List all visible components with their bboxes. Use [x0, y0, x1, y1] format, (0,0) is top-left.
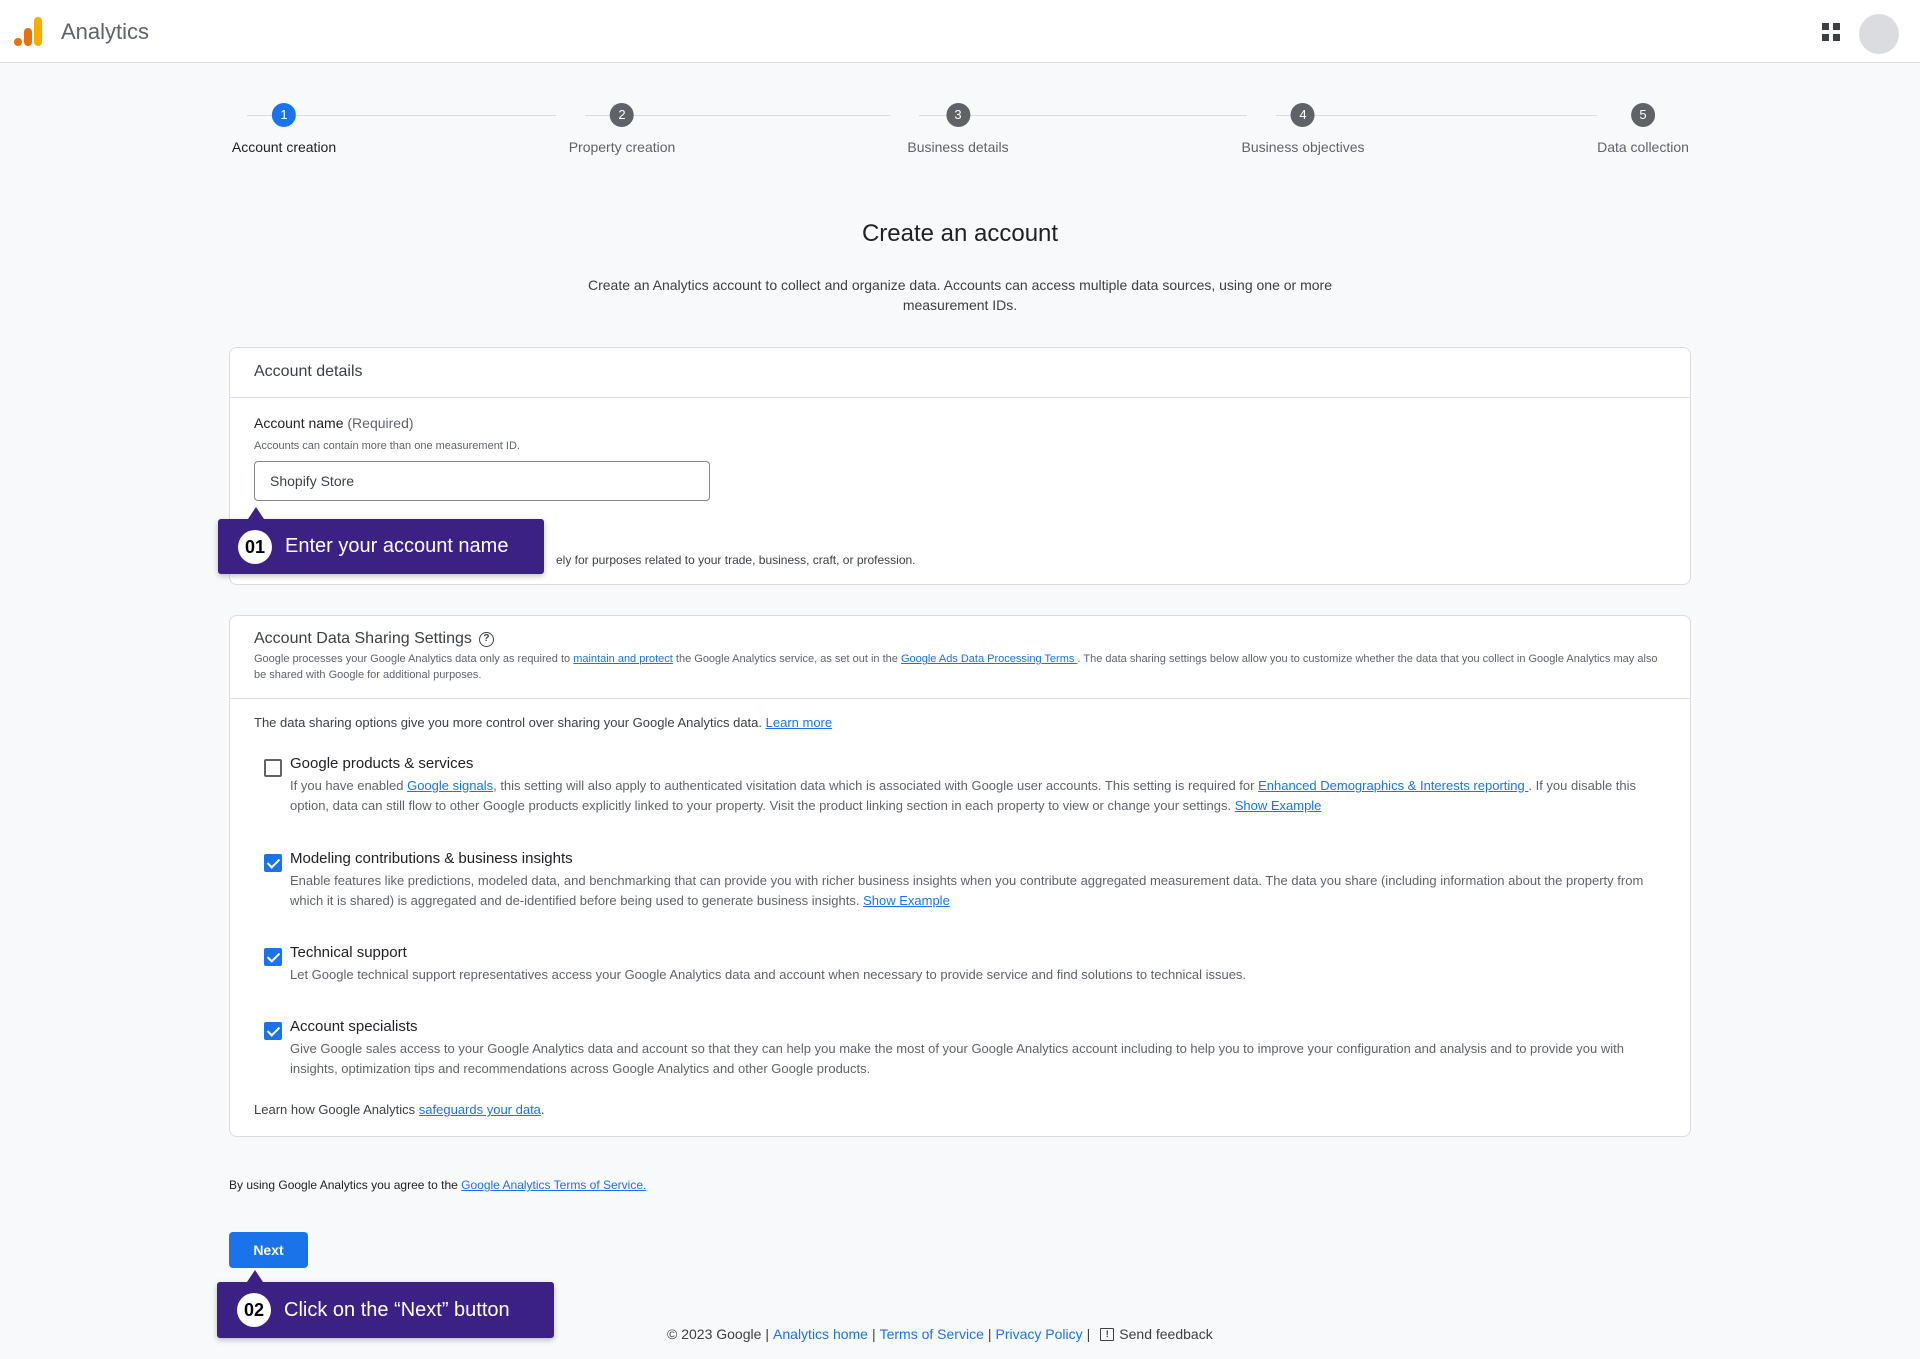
feedback-icon[interactable]: ! [1100, 1327, 1115, 1341]
step-label: Account creation [231, 139, 337, 155]
card-header: Account Data Sharing Settings ? Google p… [230, 616, 1690, 699]
step-number: 1 [271, 103, 296, 127]
data-sharing-intro: The data sharing options give you more c… [254, 715, 832, 730]
page-description: Create an Analytics account to collect a… [588, 277, 1332, 313]
step-property-creation: 2 Property creation [568, 103, 676, 155]
app-title[interactable]: Analytics [61, 19, 149, 45]
desc-text: the Google Analytics service, as set out… [672, 653, 901, 665]
modeling-contributions-checkbox[interactable] [264, 854, 282, 872]
desc-text: Enable features like predictions, modele… [290, 873, 1644, 908]
progress-stepper: 1 Account creation 2 Property creation 3… [229, 103, 1691, 163]
page-title: Create an account [861, 220, 1059, 247]
account-avatar[interactable] [1859, 14, 1899, 54]
desc-text: , this setting will also apply to authen… [493, 778, 1259, 793]
desc-text: Google processes your Google Analytics d… [254, 653, 574, 665]
google-signals-link[interactable]: Google signals [407, 778, 493, 793]
option-title: Modeling contributions & business insigh… [290, 850, 573, 867]
step-label: Business objectives [1241, 139, 1365, 155]
callout-number: 02 [237, 1293, 271, 1327]
option-description: Give Google sales access to your Google … [290, 1041, 1624, 1076]
data-sharing-description: Google processes your Google Analytics d… [254, 651, 1666, 683]
step-label: Property creation [568, 139, 676, 155]
send-feedback-link[interactable]: Send feedback [1119, 1326, 1212, 1342]
terms-of-service-link[interactable]: Google Analytics Terms of Service. [461, 1178, 646, 1192]
next-button[interactable]: Next [229, 1232, 308, 1268]
maintain-and-protect-link[interactable]: maintain and protect [573, 653, 673, 665]
step-account-creation: 1 Account creation [232, 103, 336, 155]
safeguards-link[interactable]: safeguards your data [419, 1102, 541, 1117]
intro-text: The data sharing options give you more c… [254, 715, 766, 730]
terms-of-service-footer-link[interactable]: Terms of Service [880, 1326, 984, 1342]
title-text: Account Data Sharing Settings [254, 630, 472, 647]
page-footer: © 2023 Google | Analytics home | Terms o… [667, 1326, 1213, 1342]
option-title: Account specialists [290, 1018, 418, 1035]
option-title: Technical support [290, 944, 407, 961]
step-business-details: 3 Business details [907, 103, 1009, 155]
option-description: Enable features like predictions, modele… [290, 871, 1660, 911]
option-title: Google products & services [290, 755, 474, 772]
privacy-policy-link[interactable]: Privacy Policy [996, 1326, 1083, 1342]
copyright: © 2023 Google [667, 1326, 762, 1342]
field-label-text: Account name [254, 415, 344, 431]
apps-grid-icon[interactable] [1822, 23, 1840, 41]
note-text: ely for purposes related to your trade, … [556, 553, 916, 567]
safeguards-text: Learn how Google Analytics [254, 1102, 419, 1117]
step-data-collection: 5 Data collection [1597, 103, 1689, 155]
option-description: Let Google technical support representat… [290, 967, 1247, 982]
help-circle-icon[interactable]: ? [478, 631, 494, 647]
callout-text: Enter your account name [285, 535, 509, 557]
learn-more-link[interactable]: Learn more [766, 715, 832, 730]
show-example-link[interactable]: Show Example [863, 893, 950, 908]
enhanced-demographics-link[interactable]: Enhanced Demographics & Interests report… [1258, 778, 1528, 793]
separator: | [1086, 1326, 1091, 1342]
safeguards-end: . [540, 1102, 545, 1117]
required-marker: (Required) [347, 415, 414, 431]
tutorial-callout-2: 02 Click on the “Next” button [217, 1270, 554, 1338]
account-name-hint: Accounts can contain more than one measu… [254, 440, 520, 452]
step-number: 3 [945, 103, 970, 127]
separator: | [987, 1326, 992, 1342]
account-name-input[interactable] [254, 461, 710, 501]
step-number: 4 [1290, 103, 1315, 127]
top-app-bar: Analytics [0, 0, 1920, 63]
account-name-label: Account name (Required) [254, 415, 414, 431]
step-number: 5 [1630, 103, 1655, 127]
analytics-logo-icon[interactable] [14, 16, 42, 46]
callout-text: Click on the “Next” button [284, 1298, 510, 1321]
show-example-link[interactable]: Show Example [1235, 798, 1322, 813]
safeguards-note: Learn how Google Analytics safeguards yo… [254, 1102, 545, 1117]
account-specialists-checkbox[interactable] [264, 1022, 282, 1040]
step-label: Business details [907, 139, 1009, 155]
desc-text: If you have enabled [290, 778, 408, 793]
ads-data-processing-terms-link[interactable]: Google Ads Data Processing Terms [901, 653, 1078, 665]
terms-agreement: By using Google Analytics you agree to t… [229, 1178, 646, 1192]
data-sharing-card: Account Data Sharing Settings ? Google p… [229, 615, 1691, 1137]
step-business-objectives: 4 Business objectives [1241, 103, 1365, 155]
option-description: If you have enabled Google signals, this… [290, 776, 1660, 816]
step-label: Data collection [1597, 139, 1689, 155]
card-header: Account details [230, 348, 1690, 398]
callout-number: 01 [238, 529, 272, 564]
technical-support-checkbox[interactable] [264, 948, 282, 966]
terms-text: By using Google Analytics you agree to t… [229, 1178, 462, 1192]
separator: | [765, 1326, 770, 1342]
step-number: 2 [609, 103, 634, 127]
google-products-checkbox[interactable] [264, 759, 282, 777]
tutorial-callout-1: 01 Enter your account name [218, 507, 544, 574]
analytics-home-link[interactable]: Analytics home [773, 1326, 868, 1342]
data-sharing-title: Account Data Sharing Settings ? [254, 630, 1666, 648]
separator: | [871, 1326, 876, 1342]
